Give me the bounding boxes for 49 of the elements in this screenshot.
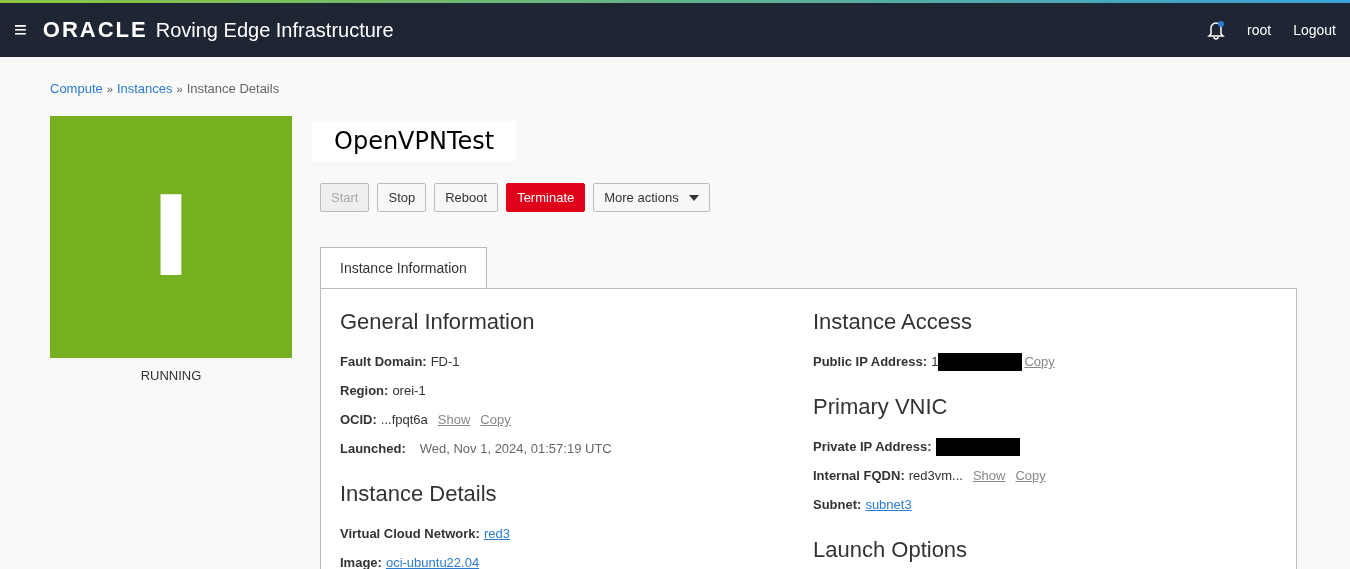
section-heading: Launch Options [813,537,969,563]
field-value: orei-1 [392,383,426,398]
section-heading: Instance Access [813,309,973,335]
product-name: Roving Edge Infrastructure [155,18,394,42]
action-link[interactable]: Copy [1015,468,1046,483]
section-heading: General Information [340,309,536,335]
action-link[interactable]: Copy [480,412,511,427]
action-button[interactable]: Reboot [434,183,499,212]
brand-logo: ORACLE [42,17,148,43]
field-value: ...fpqt6a [380,412,428,427]
section-heading: Instance Details [340,481,498,507]
tab[interactable]: Instance Information [320,247,487,289]
field-label: Public IP Address: [813,354,928,369]
field-label: OCID: [340,412,377,427]
field-value: red3vm... [908,468,963,483]
breadcrumb-link[interactable]: Compute [50,81,103,96]
status-label: RUNNING [140,368,202,383]
field-label: Internal FQDN: [813,468,905,483]
logout-link[interactable]: Logout [1293,22,1336,38]
field-value: FD-1 [430,354,460,369]
action-link[interactable]: Copy [1024,354,1055,369]
action-link[interactable]: Show [437,412,471,427]
breadcrumb-link[interactable]: Instances [116,81,173,96]
field-label: Subnet: [813,497,862,512]
field-link[interactable]: oci-ubuntu22.04 [385,555,480,569]
field-link[interactable]: red3 [483,526,510,541]
field-label: Region: [340,383,389,398]
field-value: 1 [931,354,939,369]
instance-letter: I [150,173,192,301]
breadcrumb-separator: » [176,82,183,95]
field-label: Private IP Address: [813,439,932,454]
caret-icon [688,194,699,201]
field-label: Image: [340,555,382,569]
breadcrumb-current: Instance Details [186,81,280,96]
field-label: Launched: [340,441,406,456]
action-link[interactable]: Show [972,468,1006,483]
action-button[interactable]: Terminate [506,183,586,212]
bell-icon[interactable] [1207,20,1226,40]
action-button[interactable]: More actions [593,183,710,212]
instance-title: OpenVPNTest [312,121,517,161]
field-label: Fault Domain: [340,354,427,369]
action-button[interactable]: Stop [377,183,427,212]
menu-button[interactable]: ≡ [14,17,27,43]
field-link[interactable]: subnet3 [865,497,912,512]
section-heading: Primary VNIC [813,394,949,420]
breadcrumb-separator: » [106,82,113,95]
field-label: Virtual Cloud Network: [340,526,480,541]
field-value: Wed, Nov 1, 2024, 01:57:19 UTC [419,441,612,456]
user-link[interactable]: root [1247,22,1272,38]
